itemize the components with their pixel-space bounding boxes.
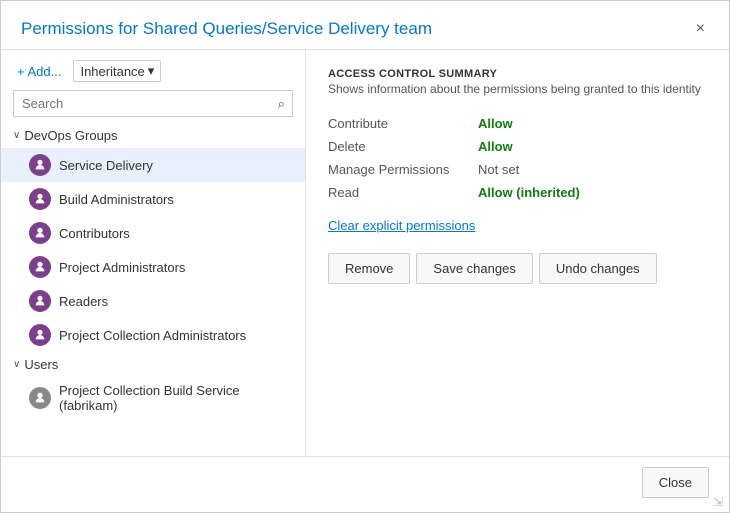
devops-groups-label: DevOps Groups [24, 128, 117, 143]
contributors-label: Contributors [59, 226, 130, 241]
perm-manage-value: Not set [478, 158, 707, 181]
clear-explicit-permissions-link[interactable]: Clear explicit permissions [328, 218, 707, 233]
chevron-users-icon: ∨ [13, 359, 20, 370]
perm-delete-value: Allow [478, 135, 707, 158]
resize-handle[interactable]: ⇲ [713, 496, 723, 508]
remove-button[interactable]: Remove [328, 253, 410, 284]
devops-groups-header[interactable]: ∨ DevOps Groups [1, 123, 305, 148]
perm-read-value: Allow (inherited) [478, 181, 707, 204]
permission-row-read: Read Allow (inherited) [328, 181, 707, 204]
list-item-build-administrators[interactable]: Build Administrators [1, 182, 305, 216]
permissions-dialog: Permissions for Shared Queries/Service D… [0, 0, 730, 513]
perm-delete-name: Delete [328, 135, 478, 158]
permission-table: Contribute Allow Delete Allow Manage Per… [328, 112, 707, 204]
dialog-title: Permissions for Shared Queries/Service D… [21, 19, 692, 39]
list-item-readers[interactable]: Readers [1, 284, 305, 318]
users-label: Users [24, 357, 58, 372]
users-header[interactable]: ∨ Users [1, 352, 305, 377]
project-administrators-label: Project Administrators [59, 260, 185, 275]
acs-title: ACCESS CONTROL SUMMARY [328, 68, 707, 80]
acs-subtitle: Shows information about the permissions … [328, 82, 707, 96]
build-service-label: Project Collection Build Service (fabrik… [59, 383, 293, 413]
close-dialog-button[interactable]: × [692, 19, 709, 39]
perm-manage-name: Manage Permissions [328, 158, 478, 181]
save-changes-button[interactable]: Save changes [416, 253, 532, 284]
action-buttons: Remove Save changes Undo changes [328, 253, 707, 284]
undo-changes-button[interactable]: Undo changes [539, 253, 657, 284]
toolbar: + Add... Inheritance ▾ [1, 50, 305, 90]
avatar-readers [29, 290, 51, 312]
list-item-service-delivery[interactable]: Service Delivery [1, 148, 305, 182]
avatar-service-delivery [29, 154, 51, 176]
readers-label: Readers [59, 294, 108, 309]
right-panel: ACCESS CONTROL SUMMARY Shows information… [306, 50, 729, 456]
group-list: ∨ DevOps Groups Service Delivery Build A… [1, 123, 305, 446]
left-panel: + Add... Inheritance ▾ ⌕ ∨ DevOps Groups [1, 50, 306, 456]
inheritance-arrow-icon: ▾ [148, 63, 155, 79]
list-item-project-administrators[interactable]: Project Administrators [1, 250, 305, 284]
perm-contribute-name: Contribute [328, 112, 478, 135]
dialog-body: + Add... Inheritance ▾ ⌕ ∨ DevOps Groups [1, 50, 729, 456]
chevron-icon: ∨ [13, 130, 20, 141]
service-delivery-label: Service Delivery [59, 158, 153, 173]
search-input[interactable] [13, 90, 293, 117]
avatar-build-service [29, 387, 51, 409]
list-item-project-collection-administrators[interactable]: Project Collection Administrators [1, 318, 305, 352]
dialog-header: Permissions for Shared Queries/Service D… [1, 1, 729, 50]
search-box: ⌕ [13, 90, 293, 117]
list-item-contributors[interactable]: Contributors [1, 216, 305, 250]
project-collection-administrators-label: Project Collection Administrators [59, 328, 246, 343]
close-button[interactable]: Close [642, 467, 709, 498]
permission-row-manage: Manage Permissions Not set [328, 158, 707, 181]
perm-contribute-value: Allow [478, 112, 707, 135]
add-button[interactable]: + Add... [13, 62, 65, 81]
avatar-project-collection-administrators [29, 324, 51, 346]
avatar-build-administrators [29, 188, 51, 210]
build-administrators-label: Build Administrators [59, 192, 174, 207]
perm-read-name: Read [328, 181, 478, 204]
inheritance-label: Inheritance [80, 64, 144, 79]
permission-row-delete: Delete Allow [328, 135, 707, 158]
list-item-build-service[interactable]: Project Collection Build Service (fabrik… [1, 377, 305, 419]
permission-row-contribute: Contribute Allow [328, 112, 707, 135]
avatar-project-administrators [29, 256, 51, 278]
avatar-contributors [29, 222, 51, 244]
dialog-footer: Close [1, 456, 729, 512]
inheritance-button[interactable]: Inheritance ▾ [73, 60, 161, 82]
